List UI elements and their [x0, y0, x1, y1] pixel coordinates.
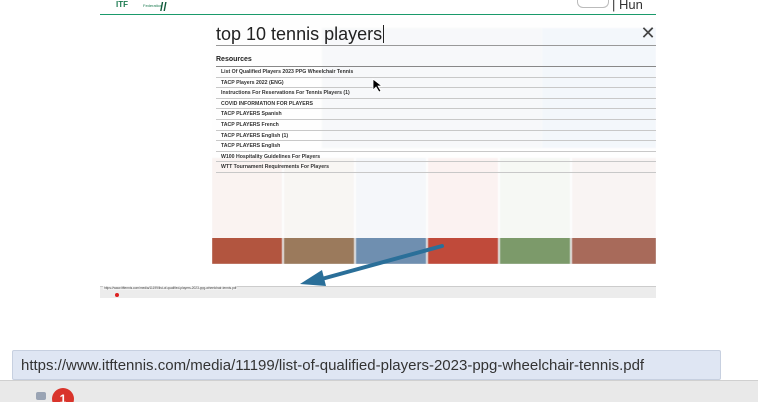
result-item[interactable]: TACP PLAYERS English (1) [216, 131, 656, 142]
search-results: Resources List Of Qualified Players 2023… [216, 53, 656, 173]
annotation-arrow-icon [300, 244, 444, 286]
status-url-small: https://www.itftennis.com/media/11199/li… [103, 286, 238, 290]
result-item[interactable]: TACP Players 2022 (ENG) [216, 78, 656, 89]
site-logo[interactable]: ITF [116, 0, 128, 9]
mouse-pointer-icon [372, 78, 384, 93]
search-bar[interactable]: top 10 tennis players [216, 22, 656, 46]
site-logo-mark-icon: // [160, 0, 167, 14]
result-item[interactable]: COVID INFORMATION FOR PLAYERS [216, 99, 656, 110]
header-right-text: | Hun [612, 0, 643, 12]
result-item[interactable]: WTT Tournament Requirements For Players [216, 162, 656, 173]
close-icon[interactable]: ✕ [640, 24, 656, 42]
taskbar-app-icon[interactable] [36, 392, 46, 400]
result-item[interactable]: W100 Hospitality Guidelines For Players [216, 152, 656, 163]
search-query-text: top 10 tennis players [216, 24, 383, 44]
text-caret [383, 25, 385, 43]
screenshot-stage: ITF Federation // | Hun top 10 tennis pl… [0, 0, 758, 402]
search-input[interactable]: top 10 tennis players [216, 22, 385, 46]
result-item[interactable]: Instructions For Reservations For Tennis… [216, 88, 656, 99]
header-toggle-button[interactable] [577, 0, 609, 8]
result-item[interactable]: List Of Qualified Players 2023 PPG Wheel… [216, 67, 656, 78]
taskbar [0, 380, 758, 402]
status-url: https://www.itftennis.com/media/11199/li… [21, 357, 645, 374]
site-header [100, 0, 656, 15]
result-item[interactable]: TACP PLAYERS French [216, 120, 656, 131]
status-bar-zoomed: https://www.itftennis.com/media/11199/li… [12, 350, 721, 380]
results-heading: Resources [216, 53, 656, 67]
mini-notification-dot [115, 293, 119, 297]
result-item[interactable]: TACP PLAYERS Spanish [216, 109, 656, 120]
result-item[interactable]: TACP PLAYERS English [216, 141, 656, 152]
